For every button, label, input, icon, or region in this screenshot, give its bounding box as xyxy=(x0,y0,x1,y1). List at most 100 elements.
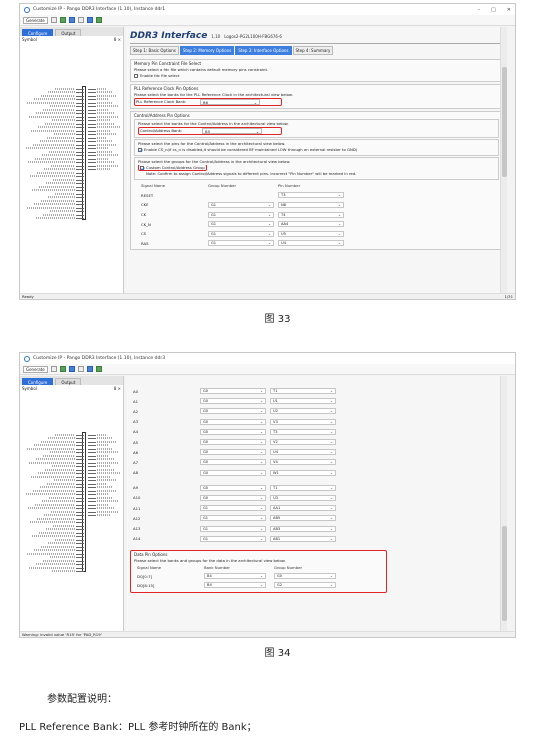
settings-icon[interactable] xyxy=(77,366,84,372)
open-icon[interactable] xyxy=(59,17,66,23)
save-icon[interactable] xyxy=(50,366,57,372)
tab-output[interactable]: Output xyxy=(55,378,82,385)
pll-title: PLL Reference Clock Pin Options xyxy=(134,86,199,91)
ctrl-bank-select[interactable]: B5 ⌄ xyxy=(202,128,262,134)
pin-select[interactable]: U3 ⌄ xyxy=(270,494,336,501)
scrollbar-thumb[interactable] xyxy=(502,526,507,621)
group-select[interactable]: G0 ⌄ xyxy=(200,449,266,456)
group-select[interactable]: G0 ⌄ xyxy=(200,408,266,415)
group-select[interactable]: G0 ⌄ xyxy=(200,428,266,435)
minimize-icon[interactable]: – xyxy=(478,7,481,13)
pll-bank-select[interactable]: B6 ⌄ xyxy=(200,99,260,105)
save-icon[interactable] xyxy=(50,17,57,23)
vertical-scrollbar[interactable] xyxy=(500,27,507,293)
scrollbar-thumb[interactable] xyxy=(502,67,507,177)
group-select[interactable]: G0 ⌄ xyxy=(200,418,266,425)
generate-button[interactable]: Generate xyxy=(23,365,48,373)
close-icon[interactable]: ✕ xyxy=(507,7,511,13)
tab-step1[interactable]: Step 1: Basic Options xyxy=(130,46,179,55)
group-select[interactable]: G1 ⌄ xyxy=(208,240,274,247)
info-icon[interactable] xyxy=(86,17,93,23)
help-icon[interactable] xyxy=(95,17,102,23)
chevron-down-icon: ⌄ xyxy=(329,429,333,434)
pin-select[interactable]: U5 ⌄ xyxy=(278,230,344,237)
group-select[interactable]: G1 ⌄ xyxy=(208,211,274,218)
table-row: DQ[0:7] B4 ⌄ G0 ⌄ xyxy=(134,572,383,581)
symbol-label: Symbol xyxy=(22,37,37,42)
tab-configure[interactable]: Configure xyxy=(22,378,54,385)
pin-select[interactable]: T3 ⌄ xyxy=(278,192,344,199)
pin-select[interactable]: T3 ⌄ xyxy=(270,428,336,435)
group-select[interactable]: G0 ⌄ xyxy=(200,484,266,491)
memory-file-title: Memory Pin Constraint File Select xyxy=(134,61,202,66)
ddr-header: DDR3 Interface 1.10 Logos2-PG2L100H-FBG6… xyxy=(126,27,507,43)
pin-select[interactable]: V4 ⌄ xyxy=(270,459,336,466)
help-icon[interactable] xyxy=(95,366,102,372)
window-title: Customize IP - Pango DDR3 Interface (1.1… xyxy=(33,7,166,12)
group-select[interactable]: G1 ⌄ xyxy=(200,505,266,512)
table-row: A9 G0 ⌄ T1 ⌄ xyxy=(130,483,503,493)
group-select[interactable]: G1 ⌄ xyxy=(200,535,266,542)
pin-select[interactable]: U2 ⌄ xyxy=(270,408,336,415)
tab-step3[interactable]: Step 3: Interface Options xyxy=(235,46,292,55)
refresh-icon[interactable] xyxy=(68,366,75,372)
custom-group-checkbox[interactable] xyxy=(140,166,144,170)
pin-select[interactable]: AA1 ⌄ xyxy=(270,505,336,512)
pin-select[interactable]: U4 ⌄ xyxy=(270,449,336,456)
cs-checkbox-label: Enable CS_n(if cs_n is disabled,it shoul… xyxy=(144,147,358,152)
pin-select[interactable]: T4 ⌄ xyxy=(278,211,344,218)
refresh-icon[interactable] xyxy=(68,17,75,23)
group-select[interactable]: G2 ⌄ xyxy=(274,582,336,589)
pin-select[interactable]: V3 ⌄ xyxy=(270,418,336,425)
group-select[interactable]: G1 ⌄ xyxy=(208,221,274,228)
group-select[interactable]: G0 ⌄ xyxy=(200,439,266,446)
group-select[interactable]: G0 ⌄ xyxy=(200,494,266,501)
chevron-down-icon: ⌄ xyxy=(259,429,263,434)
group-select[interactable]: G1 ⌄ xyxy=(200,515,266,522)
pin-select[interactable]: AB1 ⌄ xyxy=(270,535,336,542)
bank-select[interactable]: B4 ⌄ xyxy=(204,582,266,589)
tab-step2[interactable]: Step 2: Memory Options xyxy=(179,46,235,55)
symbol-pane: Configure Output Symbol 8 × xyxy=(20,27,124,293)
fdc-checkbox-label: Enable fdc file select xyxy=(140,73,180,78)
open-icon[interactable] xyxy=(59,366,66,372)
pin-select[interactable]: W1 ⌄ xyxy=(270,469,336,476)
vertical-scrollbar[interactable] xyxy=(500,376,507,631)
fdc-checkbox[interactable] xyxy=(134,74,138,78)
pin-select[interactable]: T1 ⌄ xyxy=(270,484,336,491)
tab-output[interactable]: Output xyxy=(55,29,82,36)
pin-select[interactable]: N8 ⌄ xyxy=(278,201,344,208)
pin-select[interactable]: AB5 ⌄ xyxy=(270,515,336,522)
tab-step4[interactable]: Step 4: Summary xyxy=(292,46,334,55)
group-select[interactable]: G1 ⌄ xyxy=(200,525,266,532)
signal-name: A2 xyxy=(133,408,139,414)
pin-select[interactable]: AA4 ⌄ xyxy=(278,221,344,228)
symbol-controls[interactable]: 8 × xyxy=(114,37,121,42)
symbol-controls[interactable]: 8 × xyxy=(114,386,121,391)
chevron-down-icon: ⌄ xyxy=(329,485,333,490)
bank-select[interactable]: B4 ⌄ xyxy=(204,573,266,580)
tab-configure[interactable]: Configure xyxy=(22,29,54,36)
group-select[interactable]: G1 ⌄ xyxy=(208,230,274,237)
pin-select[interactable]: U1 ⌄ xyxy=(270,398,336,405)
ctrl-addr-title: Control/Address Pin Options xyxy=(134,113,190,118)
pin-select[interactable]: T1 ⌄ xyxy=(270,388,336,395)
signal-name: A5 xyxy=(133,439,139,445)
maximize-icon[interactable]: □ xyxy=(491,7,496,13)
ctrl-addr-group: Control/Address Pin Options Please selec… xyxy=(130,111,503,251)
group-select[interactable]: G0 ⌄ xyxy=(200,469,266,476)
pin-select[interactable]: AB3 ⌄ xyxy=(270,525,336,532)
info-icon[interactable] xyxy=(86,366,93,372)
signal-name: A12 xyxy=(133,515,141,521)
cs-checkbox[interactable] xyxy=(138,148,142,152)
pin-select[interactable]: V2 ⌄ xyxy=(270,439,336,446)
pin-select[interactable]: U4 ⌄ xyxy=(278,240,344,247)
group-select[interactable]: G0 ⌄ xyxy=(200,459,266,466)
group-select[interactable]: G0 ⌄ xyxy=(274,573,336,580)
group-select[interactable]: G0 ⌄ xyxy=(200,398,266,405)
ctrl-note: Note: Confirm to assign Control/Address … xyxy=(146,171,357,176)
group-select[interactable]: G0 ⌄ xyxy=(200,388,266,395)
settings-icon[interactable] xyxy=(77,17,84,23)
generate-button[interactable]: Generate xyxy=(23,16,48,24)
group-select[interactable]: G1 ⌄ xyxy=(208,201,274,208)
